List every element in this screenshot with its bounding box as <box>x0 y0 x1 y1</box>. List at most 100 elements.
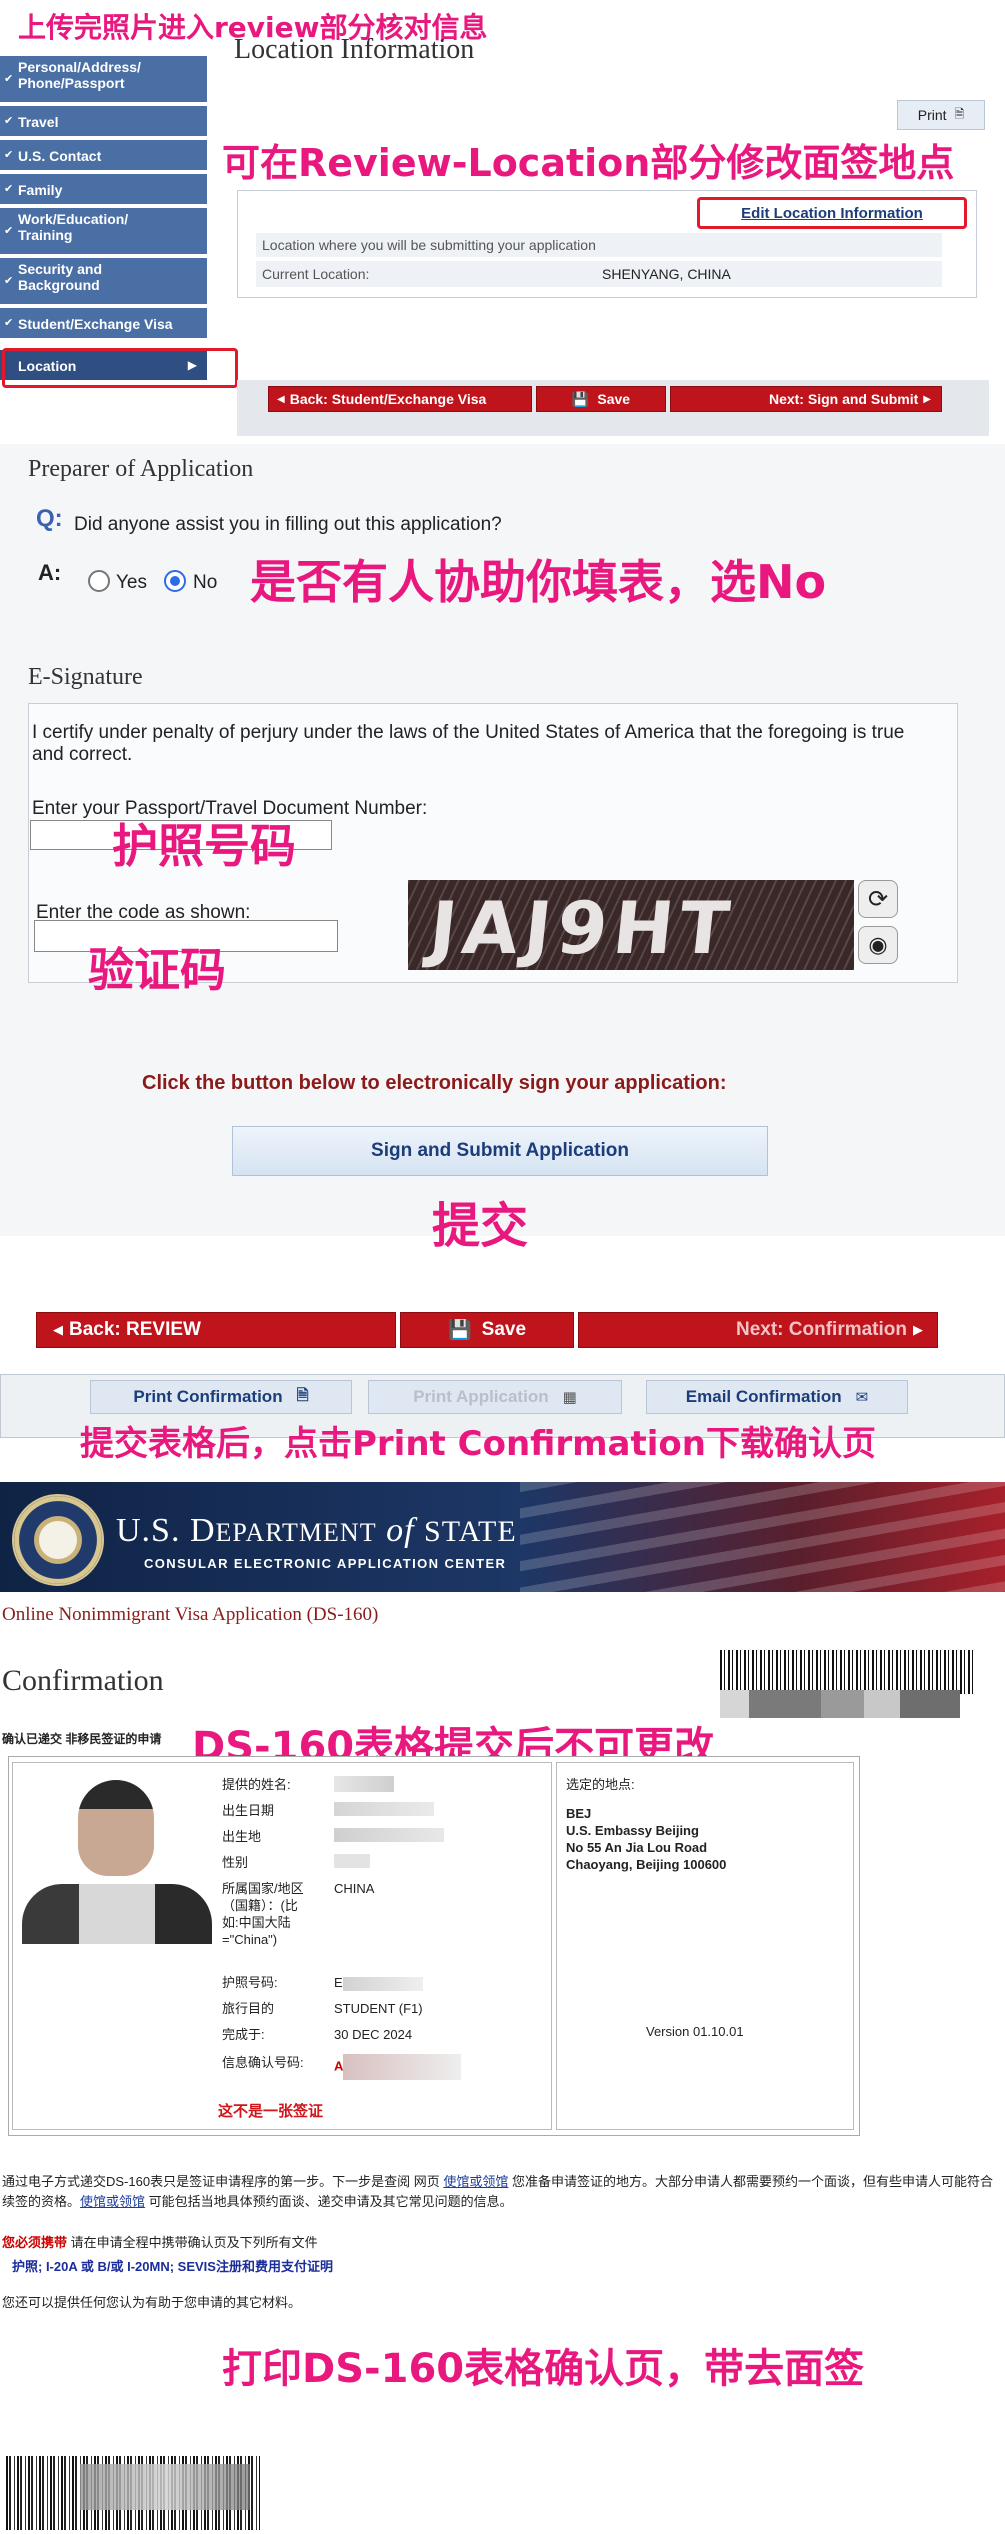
print-application-tab[interactable]: Print Application ▦ <box>368 1380 622 1414</box>
sidebar-item-security[interactable]: ✔ Security and Background <box>0 258 207 306</box>
field-labels: 提供的姓名: 出生日期 出生地 性别 所属国家/地区 （国籍）：(比 如:中国大… <box>222 1776 322 2080</box>
email-confirmation-tab[interactable]: Email Confirmation ✉ <box>646 1380 908 1414</box>
field-nationality-label: 所属国家/地区 （国籍）：(比 如:中国大陆 ="China") <box>222 1881 304 1947</box>
sidebar-item-label: Personal/Address/ Phone/Passport <box>18 59 141 91</box>
back-label: Back: Student/Exchange Visa <box>289 391 487 407</box>
dept-of: of <box>376 1512 425 1549</box>
must-bring-line: 您必须携带 请在申请全程中携带确认页及下列所有文件 <box>2 2232 318 2251</box>
embassy-link-2[interactable]: 使馆或领馆 <box>80 2194 145 2209</box>
radio-no-label: No <box>193 572 218 593</box>
field-sex-value <box>334 1854 544 1880</box>
current-location-label: Current Location: <box>262 266 370 282</box>
chevron-right-icon: ▶ <box>923 393 931 405</box>
document-icon: 🗎 <box>296 1386 309 1404</box>
field-name-value <box>334 1776 544 1802</box>
answer-marker: A: <box>38 560 62 585</box>
refresh-captcha-icon[interactable]: ⟳ <box>858 880 898 918</box>
dept-state: STATE <box>424 1515 517 1548</box>
audio-captcha-icon[interactable]: ◉ <box>858 926 898 964</box>
current-location-row: Current Location: SHENYANG, CHINA <box>256 261 942 287</box>
sidebar: ✔ Personal/Address/ Phone/Passport ✔ Trave… <box>0 56 210 386</box>
save-label: Save <box>597 391 631 407</box>
back-button[interactable]: ◀ Back: Student/Exchange Visa <box>268 386 532 412</box>
confirmation-no-prefix: A <box>334 2058 344 2074</box>
sidebar-item-family[interactable]: ✔ Family <box>0 174 207 206</box>
back-review-button[interactable]: ◀ Back: REVIEW <box>36 1312 396 1348</box>
redacted-block <box>334 1854 370 1868</box>
sign-submit-button[interactable]: Sign and Submit Application <box>232 1126 768 1176</box>
print-button[interactable]: Print 🗎 <box>897 100 985 130</box>
barcode-bottom-blur <box>80 2464 250 2510</box>
sidebar-item-us-contact[interactable]: ✔ U.S. Contact <box>0 140 207 172</box>
sidebar-item-personal[interactable]: ✔ Personal/Address/ Phone/Passport <box>0 56 207 104</box>
chevron-left-icon: ◀ <box>53 1322 63 1337</box>
next-button[interactable]: Next: Sign and Submit ▶ <box>670 386 942 412</box>
redacted-block <box>334 1776 394 1792</box>
field-passport-label: 护照号码: <box>222 1975 278 1990</box>
annotation-edit-location: 可在Review-Location部分修改面签地点 <box>222 141 955 185</box>
radio-yes-label: Yes <box>116 572 147 593</box>
sidebar-item-travel[interactable]: ✔ Travel <box>0 106 207 138</box>
sidebar-item-label: Travel <box>18 114 59 130</box>
location-line-2: No 55 An Jia Lou Road <box>566 1840 708 1855</box>
print-application-label: Print Application <box>413 1387 549 1406</box>
field-completed-value: 30 DEC 2024 <box>334 2027 413 2042</box>
sidebar-item-label: Security and Background <box>18 261 103 293</box>
annotation-submit: 提交 <box>432 1198 529 1254</box>
next-confirmation-button[interactable]: Next: Confirmation ▶ <box>578 1312 938 1348</box>
sidebar-item-label: Family <box>18 182 63 198</box>
click-below-text: Click the button below to electronically… <box>142 1072 727 1094</box>
location-question-row: Location where you will be submitting yo… <box>256 233 942 257</box>
dept-prefix: U.S. D <box>116 1512 216 1549</box>
check-icon: ✔ <box>4 183 14 195</box>
barcode-top <box>720 1650 976 1694</box>
passport-value-prefix: E <box>334 1975 343 1990</box>
assist-question: Did anyone assist you in filling out thi… <box>74 514 502 535</box>
document-grid-icon: ▦ <box>562 1389 577 1406</box>
next-label: Next: Sign and Submit <box>768 391 919 407</box>
save-button-2[interactable]: 💾 Save <box>400 1312 574 1348</box>
annotation-captcha: 验证码 <box>88 943 226 997</box>
consular-center-subtitle: CONSULAR ELECTRONIC APPLICATION CENTER <box>144 1556 507 1571</box>
floppy-icon: 💾 <box>447 1320 472 1341</box>
applicant-photo <box>14 1772 214 1976</box>
next-confirmation-label: Next: Confirmation <box>736 1319 907 1340</box>
field-nationality-value: CHINA <box>334 1881 375 1896</box>
redacted-block <box>343 2054 462 2080</box>
check-icon: ✔ <box>4 73 14 85</box>
chevron-left-icon: ◀ <box>277 393 285 405</box>
field-purpose-value: STUDENT (F1) <box>334 2001 423 2016</box>
annotation-print-bring: 打印DS-160表格确认页，带去面签 <box>222 2346 865 2392</box>
notes-text-a: 通过电子方式递交DS-160表只是签证申请程序的第一步。下一步是查阅 网页 <box>2 2174 444 2189</box>
location-line-3: Chaoyang, Beijing 100600 <box>566 1857 727 1872</box>
check-icon: ✔ <box>4 317 14 329</box>
embassy-link-1[interactable]: 使馆或领馆 <box>443 2174 508 2189</box>
selected-location-block: 选定的地点: BEJ U.S. Embassy Beijing No 55 An… <box>566 1774 846 1873</box>
captcha-image: JAJ9HT <box>408 880 854 970</box>
annotation-passport: 护照号码 <box>112 819 296 873</box>
edit-location-link[interactable]: Edit Location Information <box>697 197 967 229</box>
sidebar-item-work-education[interactable]: ✔ Work/Education/ Training <box>0 208 207 256</box>
radio-no[interactable] <box>164 570 186 592</box>
state-seal-icon <box>12 1494 104 1586</box>
not-visa-text: 这不是一张签证 <box>218 2103 324 2120</box>
print-confirmation-tab[interactable]: Print Confirmation 🗎 <box>90 1380 352 1414</box>
field-sex-label: 性别 <box>222 1855 249 1870</box>
field-purpose-label: 旅行目的 <box>222 2001 275 2016</box>
annotation-assist-no: 是否有人协助你填表，选No <box>250 555 827 609</box>
field-pob-label: 出生地 <box>222 1829 262 1844</box>
field-completed-label: 完成于: <box>222 2027 265 2042</box>
must-bring-label: 您必须携带 <box>2 2235 68 2250</box>
field-dob-value <box>334 1802 544 1828</box>
sidebar-item-student-exchange[interactable]: ✔ Student/Exchange Visa <box>0 308 207 340</box>
certify-text: I certify under penalty of perjury under… <box>32 722 905 765</box>
question-marker: Q: <box>36 505 63 532</box>
location-code: BEJ <box>566 1806 592 1821</box>
esignature-title: E-Signature <box>28 664 143 690</box>
field-confirmation-no-label: 信息确认号码: <box>222 2055 304 2070</box>
must-bring-rest: 请在申请全程中携带确认页及下列所有文件 <box>67 2235 318 2250</box>
radio-yes[interactable] <box>88 570 110 592</box>
back-review-label: Back: REVIEW <box>69 1319 201 1340</box>
save-button[interactable]: 💾 Save <box>536 386 666 412</box>
dept-rest: EPARTMENT <box>215 1518 377 1547</box>
